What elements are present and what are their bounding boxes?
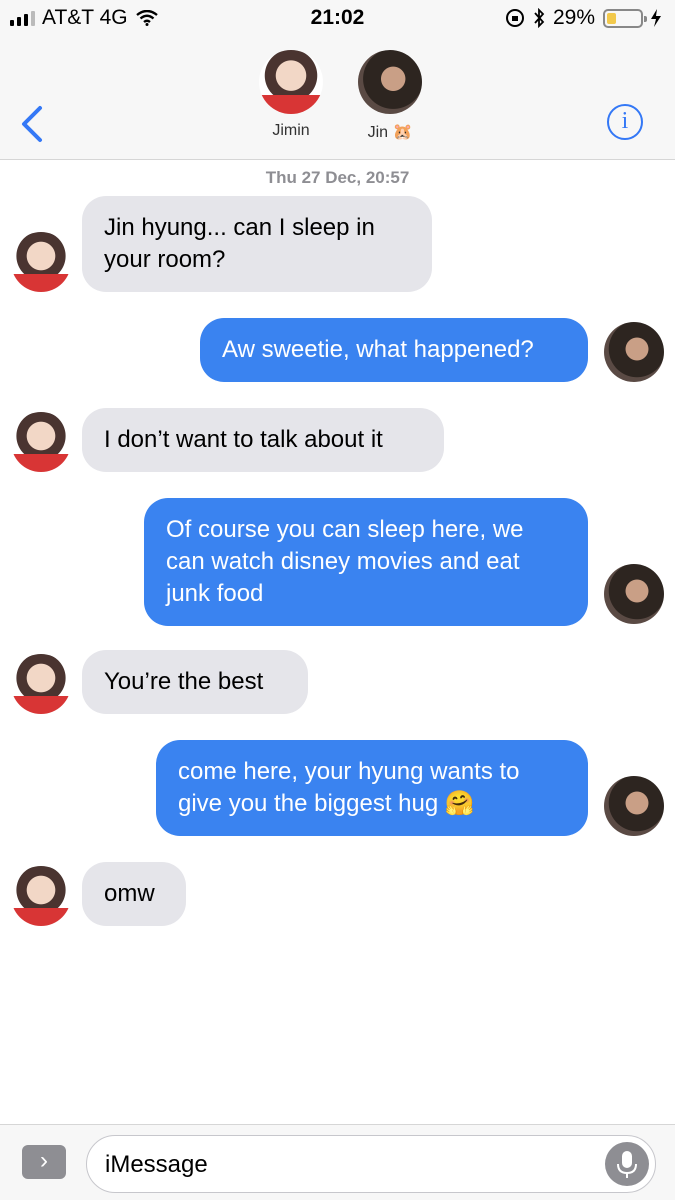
message-field[interactable] [86,1135,656,1193]
message-row: You’re the best [0,650,675,718]
battery-icon [603,8,647,28]
info-icon[interactable]: i [607,104,643,140]
incoming-message[interactable]: Jin hyung... can I sleep in your room? [82,196,432,292]
conversation-timestamp: Thu 27 Dec, 20:57 [265,168,410,187]
microphone-icon[interactable] [605,1142,649,1186]
message-row: Aw sweetie, what happened? [0,318,675,386]
compose-bar: › [0,1124,675,1200]
incoming-message[interactable]: I don’t want to talk about it [82,408,444,472]
avatar [259,50,323,114]
conversation-header: Jimin Jin 🐹 i [0,36,675,160]
contact-name: Jimin [272,122,310,139]
avatar [11,654,71,714]
message-row: Jin hyung... can I sleep in your room? [0,196,675,296]
charging-icon [651,9,661,27]
status-right: 29% [505,6,661,30]
battery-percent: 29% [552,6,595,29]
avatar [604,776,664,836]
incoming-message[interactable]: omw [82,862,186,926]
contact-jin[interactable]: Jin 🐹 [345,50,435,142]
battery-fill [607,12,617,24]
bluetooth-icon [534,8,545,28]
avatar [604,322,664,382]
avatar [11,412,71,472]
avatar [358,50,422,114]
message-input[interactable] [105,1149,595,1181]
message-row: I don’t want to talk about it [0,408,675,476]
message-row: Of course you can sleep here, we can wat… [0,498,675,628]
back-chevron-icon[interactable] [18,104,46,144]
contact-name: Jin 🐹 [367,124,413,141]
outgoing-message[interactable]: Aw sweetie, what happened? [200,318,588,382]
contact-jimin[interactable]: Jimin [246,50,336,140]
message-row: come here, your hyung wants to give you … [0,740,675,840]
status-bar: AT&T 4G 21:02 29% [0,0,675,36]
incoming-message[interactable]: You’re the best [82,650,308,714]
orientation-lock-icon [505,9,524,27]
apps-icon[interactable]: › [22,1145,66,1179]
message-row: omw [0,862,675,930]
avatar [604,564,664,624]
avatar [11,866,71,926]
avatar [11,232,71,292]
outgoing-message[interactable]: come here, your hyung wants to give you … [156,740,588,836]
outgoing-message[interactable]: Of course you can sleep here, we can wat… [144,498,588,626]
